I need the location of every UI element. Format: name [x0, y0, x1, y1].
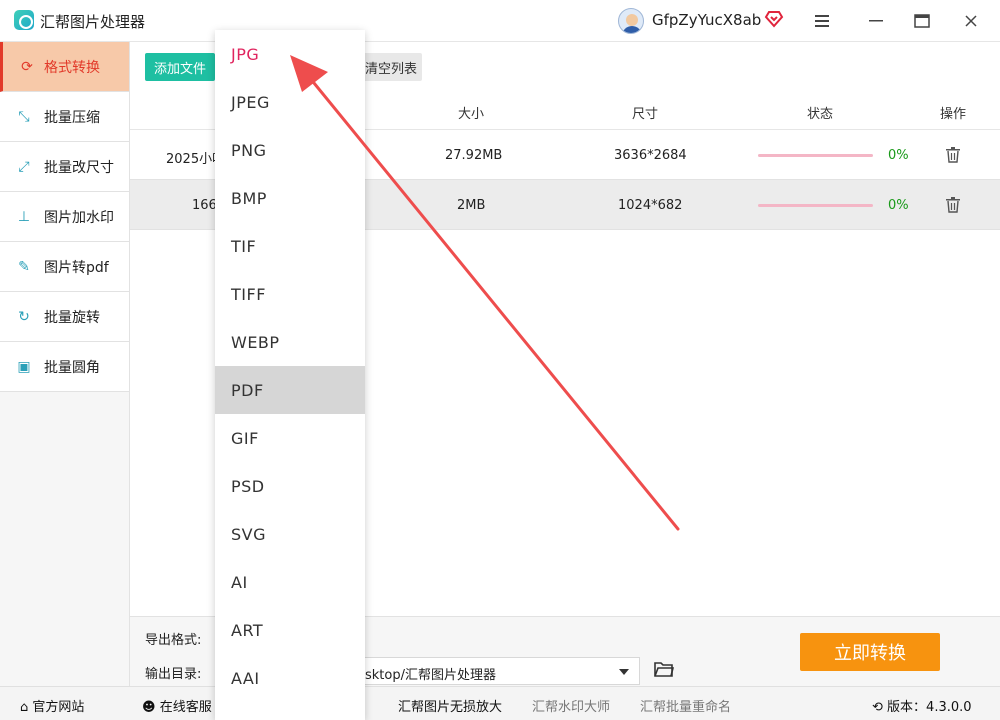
rotate-icon: ↻ [18, 309, 30, 325]
output-dir-value: esktop/汇帮图片处理器 [357, 668, 496, 683]
progress-bar [758, 204, 873, 207]
online-support-link[interactable]: ☻ 在线客服 [142, 696, 212, 715]
convert-now-button[interactable]: 立即转换 [800, 633, 940, 671]
maximize-icon[interactable] [909, 8, 935, 34]
sidebar-item-label: 图片加水印 [44, 209, 114, 226]
file-size: 27.92MB [445, 148, 503, 163]
format-option-svg[interactable]: SVG [215, 510, 365, 558]
sidebar-item-round-corner[interactable]: ▣ 批量圆角 [0, 342, 129, 392]
watermark-master-link[interactable]: 汇帮水印大师 [532, 696, 610, 715]
lossless-upscale-link[interactable]: 汇帮图片无损放大 [398, 696, 502, 715]
online-support-label: 在线客服 [159, 700, 212, 715]
chevron-down-icon [619, 669, 629, 675]
sidebar-item-resize[interactable]: ⤢ 批量改尺寸 [0, 142, 129, 192]
app-title: 汇帮图片处理器 [40, 13, 146, 31]
sidebar-item-label: 图片转pdf [44, 259, 109, 276]
avatar[interactable] [618, 8, 644, 34]
format-option-ai[interactable]: AI [215, 558, 365, 606]
sidebar-item-label: 批量圆角 [44, 359, 100, 376]
sidebar-item-compress[interactable]: ⤡ 批量压缩 [0, 92, 129, 142]
format-option-aai[interactable]: AAI [215, 654, 365, 702]
clear-list-button[interactable]: 清空列表 [360, 53, 422, 81]
progress-bar [758, 154, 873, 157]
format-option-avif[interactable]: AVIF [215, 702, 365, 720]
export-format-label: 导出格式: [145, 633, 202, 648]
sidebar-item-format-convert[interactable]: ⟳ 格式转换 [0, 42, 129, 92]
vip-heart-icon[interactable] [764, 9, 784, 29]
image-icon: ▣ [17, 359, 31, 375]
format-option-gif[interactable]: GIF [215, 414, 365, 462]
footer: ⌂ 官方网站 ☻ 在线客服 汇帮图片无损放大 汇帮水印大师 汇帮批量重命名 ⟲ … [0, 686, 1000, 720]
title-bar: 汇帮图片处理器 GfpZyYucX8ab [0, 0, 1000, 42]
sidebar-item-watermark[interactable]: ⊥ 图片加水印 [0, 192, 129, 242]
username[interactable]: GfpZyYucX8ab [652, 11, 761, 29]
sidebar-item-label: 格式转换 [44, 59, 100, 76]
batch-rename-link[interactable]: 汇帮批量重命名 [640, 696, 731, 715]
format-option-webp[interactable]: WEBP [215, 318, 365, 366]
output-dir-label: 输出目录: [145, 667, 202, 682]
resize-icon: ⤢ [18, 159, 30, 175]
file-dimensions: 1024*682 [618, 198, 683, 213]
menu-icon[interactable] [809, 8, 835, 34]
format-dropdown[interactable]: JPG JPEG PNG BMP TIF TIFF WEBP PDF GIF P… [215, 30, 365, 720]
sidebar-item-rotate[interactable]: ↻ 批量旋转 [0, 292, 129, 342]
refresh-icon: ⟲ [872, 700, 883, 715]
sidebar-item-label: 批量压缩 [44, 109, 100, 126]
sidebar: ⟳ 格式转换 ⤡ 批量压缩 ⤢ 批量改尺寸 ⊥ 图片加水印 ✎ 图片转pdf ↻… [0, 42, 130, 686]
format-option-jpg[interactable]: JPG [215, 30, 365, 78]
progress-percent: 0% [888, 148, 909, 163]
format-option-psd[interactable]: PSD [215, 462, 365, 510]
format-option-jpeg[interactable]: JPEG [215, 78, 365, 126]
convert-icon: ⟳ [21, 59, 33, 75]
format-option-art[interactable]: ART [215, 606, 365, 654]
version-info: ⟲ 版本：4.3.0.0 [872, 696, 972, 715]
support-icon: ☻ [142, 700, 156, 715]
format-option-tif[interactable]: TIF [215, 222, 365, 270]
delete-icon[interactable] [946, 197, 960, 213]
pdf-icon: ✎ [18, 259, 30, 275]
format-option-png[interactable]: PNG [215, 126, 365, 174]
sidebar-item-label: 批量改尺寸 [44, 159, 114, 176]
delete-icon[interactable] [946, 147, 960, 163]
sidebar-item-label: 批量旋转 [44, 309, 100, 326]
header-operations: 操作 [940, 107, 967, 122]
header-size: 大小 [458, 107, 485, 122]
file-size: 2MB [457, 198, 486, 213]
format-option-pdf[interactable]: PDF [215, 366, 365, 414]
official-site-label: 官方网站 [32, 700, 85, 715]
minimize-icon[interactable] [863, 8, 889, 34]
progress-percent: 0% [888, 198, 909, 213]
format-option-bmp[interactable]: BMP [215, 174, 365, 222]
add-file-button[interactable]: 添加文件 [145, 53, 215, 81]
close-icon[interactable] [958, 8, 984, 34]
official-site-link[interactable]: ⌂ 官方网站 [20, 696, 84, 715]
version-label: 版本：4.3.0.0 [887, 700, 972, 715]
home-icon: ⌂ [20, 700, 29, 715]
format-option-tiff[interactable]: TIFF [215, 270, 365, 318]
header-status: 状态 [807, 107, 834, 122]
header-dimensions: 尺寸 [632, 107, 659, 122]
folder-icon[interactable] [654, 660, 675, 678]
app-window: 汇帮图片处理器 GfpZyYucX8ab ⟳ 格式转换 ⤡ 批量压缩 ⤢ 批量改… [0, 0, 1000, 720]
file-dimensions: 3636*2684 [614, 148, 687, 163]
app-logo-icon [14, 10, 34, 30]
compress-icon: ⤡ [18, 109, 30, 125]
watermark-icon: ⊥ [17, 209, 31, 225]
sidebar-item-to-pdf[interactable]: ✎ 图片转pdf [0, 242, 129, 292]
